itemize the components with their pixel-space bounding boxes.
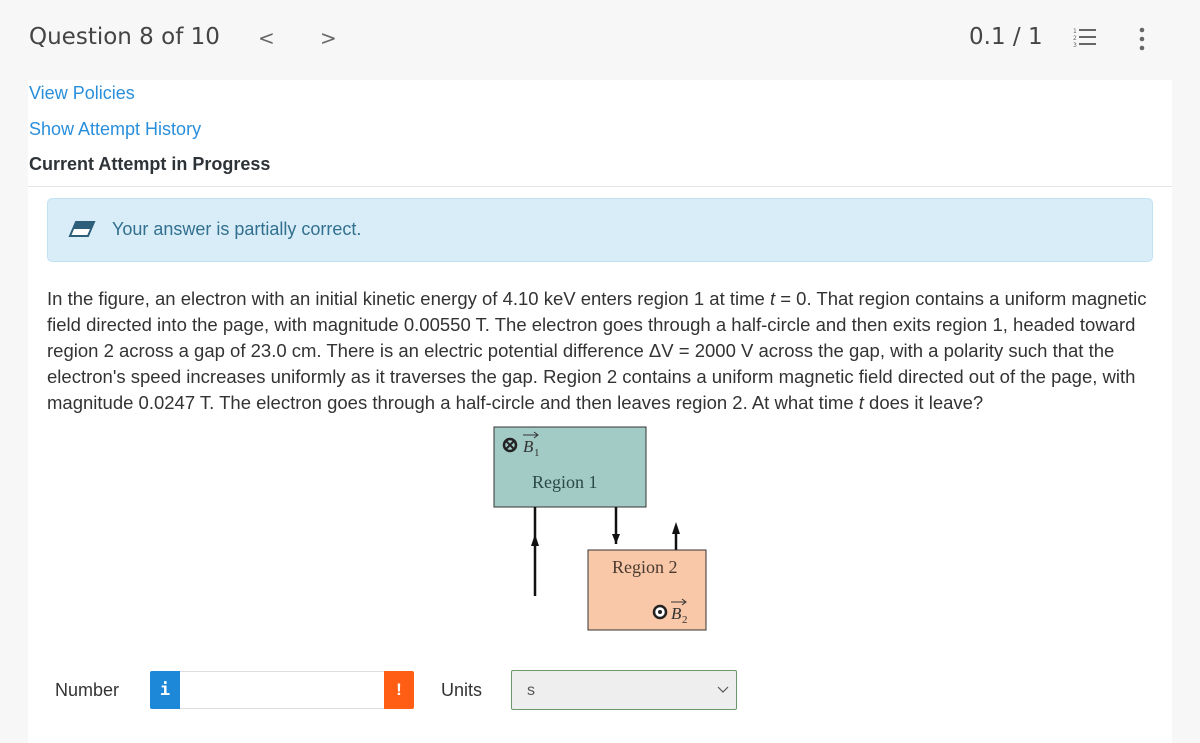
units-selected-value: s — [527, 682, 535, 699]
out-of-page-icon — [652, 604, 668, 620]
divider — [28, 186, 1172, 187]
svg-text:1: 1 — [1073, 28, 1077, 35]
more-vertical-icon[interactable] — [1137, 27, 1147, 51]
attempt-heading: Current Attempt in Progress — [29, 154, 271, 174]
number-input[interactable] — [180, 671, 396, 709]
region-1-box — [493, 426, 647, 508]
eraser-icon — [68, 221, 96, 237]
svg-text:2: 2 — [1073, 35, 1077, 42]
warning-icon[interactable]: ! — [384, 671, 414, 709]
b1-subscript: 1 — [534, 447, 540, 459]
question-text: In the figure, an electron with an initi… — [47, 286, 1162, 416]
regions-figure: B 1 Region 1 Region 2 B 2 — [493, 426, 707, 631]
chevron-down-icon — [717, 686, 729, 693]
question-counter: Question 8 of 10 — [29, 24, 220, 50]
region-1-label: Region 1 — [532, 472, 598, 492]
number-label: Number — [55, 680, 120, 700]
score-display: 0.1 / 1 — [969, 24, 1043, 50]
b1-label: B — [523, 437, 534, 456]
chevron-left-icon[interactable]: < — [258, 26, 275, 50]
answer-row: Number i ! Units s — [28, 670, 1172, 712]
units-label: Units — [441, 680, 483, 700]
b2-subscript: 2 — [682, 614, 688, 626]
info-icon[interactable]: i — [150, 671, 180, 709]
chevron-right-icon[interactable]: > — [320, 26, 337, 50]
show-attempt-history-link[interactable]: Show Attempt History — [29, 119, 201, 140]
units-select[interactable]: s — [511, 670, 737, 710]
question-panel: View Policies Show Attempt History Curre… — [28, 80, 1172, 743]
b2-label: B — [671, 604, 682, 623]
feedback-message: Your answer is partially correct. — [112, 219, 362, 239]
view-policies-link[interactable]: View Policies — [29, 83, 135, 104]
question-text-part: does it leave? — [863, 392, 984, 413]
numbered-list-icon[interactable]: 1 2 3 — [1073, 27, 1099, 49]
feedback-alert: Your answer is partially correct. — [47, 198, 1153, 262]
region-2-label: Region 2 — [612, 557, 678, 577]
svg-text:3: 3 — [1073, 42, 1077, 49]
question-text-part: In the figure, an electron with an initi… — [47, 288, 770, 309]
question-header: Question 8 of 10 < > 0.1 / 1 1 2 3 — [0, 0, 1200, 80]
